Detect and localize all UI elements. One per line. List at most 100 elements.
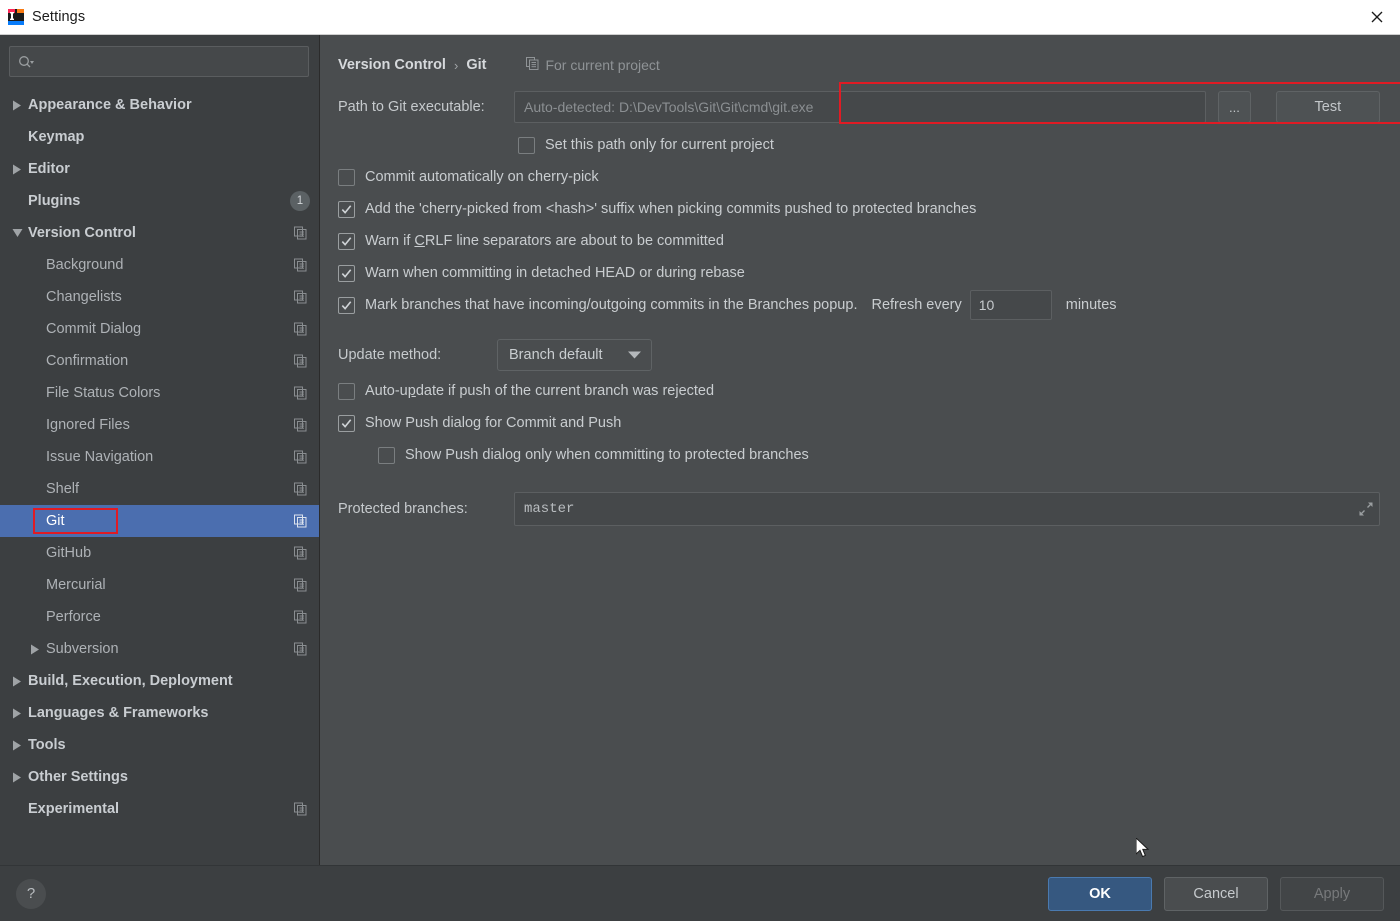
sidebar-item-file-status-colors[interactable]: File Status Colors <box>0 377 319 409</box>
close-icon[interactable] <box>1354 0 1400 34</box>
sidebar-item-issue-navigation[interactable]: Issue Navigation <box>0 441 319 473</box>
project-scope-icon <box>294 290 307 304</box>
project-scope-icon <box>294 578 307 592</box>
checkbox-row[interactable]: Show Push dialog only when committing to… <box>320 439 1400 471</box>
dialog-body: Appearance & Behavior Keymap Editor Plugins… <box>0 35 1400 865</box>
protected-branches-input[interactable] <box>515 501 1353 517</box>
checkbox-row[interactable]: Warn if CRLF line separators are about t… <box>320 225 1400 257</box>
sidebar-item-label: Git <box>46 513 65 529</box>
scope-note: For current project <box>526 57 660 73</box>
checkbox-row[interactable]: Auto-update if push of the current branc… <box>320 375 1400 407</box>
sidebar-item-tools[interactable]: Tools <box>0 729 319 761</box>
window-title: Settings <box>32 9 86 25</box>
protected-branches-field[interactable] <box>514 492 1380 526</box>
sidebar-item-other-settings[interactable]: Other Settings <box>0 761 319 793</box>
project-scope-icon <box>294 514 307 528</box>
title-bar: Settings <box>0 0 1400 35</box>
project-scope-icon <box>294 482 307 496</box>
sidebar-item-confirmation[interactable]: Confirmation <box>0 345 319 377</box>
settings-dialog: Settings Appearance & Behavior Keymap Ed… <box>0 0 1400 921</box>
breadcrumb: Version Control › Git For current projec… <box>320 35 1400 79</box>
checkbox-label: Warn if CRLF line separators are about t… <box>365 233 724 249</box>
search-input[interactable] <box>39 54 308 69</box>
chevron-right-icon[interactable] <box>10 706 24 720</box>
test-button[interactable]: Test <box>1275 91 1380 123</box>
sidebar-item-experimental[interactable]: Experimental <box>0 793 319 825</box>
sidebar-item-label: Mercurial <box>46 577 106 593</box>
checkbox-label: Add the 'cherry-picked from <hash>' suff… <box>365 201 977 217</box>
tree-arrow-spacer <box>28 354 42 368</box>
checkbox-commit-automatically-on-cherry-pick[interactable] <box>338 168 355 186</box>
sidebar-item-editor[interactable]: Editor <box>0 153 319 185</box>
checkbox-row[interactable]: Warn when committing in detached HEAD or… <box>320 257 1400 289</box>
sidebar-item-ignored-files[interactable]: Ignored Files <box>0 409 319 441</box>
project-scope-icon <box>294 258 307 272</box>
checkbox-row[interactable]: Set this path only for current project <box>320 129 1400 161</box>
checkbox-row[interactable]: Show Push dialog for Commit and Push <box>320 407 1400 439</box>
footer-buttons: OK Cancel Apply <box>1048 876 1384 911</box>
mark-branches-label: Mark branches that have incoming/outgoin… <box>365 297 858 313</box>
sidebar-item-github[interactable]: GitHub <box>0 537 319 569</box>
sidebar-item-label: Changelists <box>46 289 122 305</box>
checkbox-set-this-path-only-for-current-project[interactable] <box>518 136 535 154</box>
sidebar-item-background[interactable]: Background <box>0 249 319 281</box>
checkbox-label: Set this path only for current project <box>545 137 774 153</box>
sidebar-item-mercurial[interactable]: Mercurial <box>0 569 319 601</box>
breadcrumb-parent[interactable]: Version Control <box>338 57 446 73</box>
sidebar-item-commit-dialog[interactable]: Commit Dialog <box>0 313 319 345</box>
tree-arrow-spacer <box>28 258 42 272</box>
checkbox-row[interactable]: Commit automatically on cherry-pick <box>320 161 1400 193</box>
protected-branches-label: Protected branches: <box>338 501 468 517</box>
sidebar-item-changelists[interactable]: Changelists <box>0 281 319 313</box>
chevron-right-icon[interactable] <box>28 642 42 656</box>
checkbox-warn-if-crlf-line-separators-are-about-t[interactable] <box>338 232 355 250</box>
checkbox-show-push-dialog-only-when-committing-to[interactable] <box>378 446 395 464</box>
sidebar-item-label: Commit Dialog <box>46 321 142 337</box>
refresh-interval-input[interactable] <box>969 290 1052 320</box>
chevron-right-icon[interactable] <box>10 738 24 752</box>
chevron-right-icon[interactable] <box>10 770 24 784</box>
search-icon <box>18 55 35 69</box>
sidebar-item-label: Shelf <box>46 481 80 497</box>
checkbox-auto-update-if-push-of-the-current-branc[interactable] <box>338 382 355 400</box>
sidebar-item-label: Subversion <box>46 641 119 657</box>
checkbox-show-push-dialog-for-commit-and-push[interactable] <box>338 414 355 432</box>
sidebar-item-languages-frameworks[interactable]: Languages & Frameworks <box>0 697 319 729</box>
search-box[interactable] <box>9 46 309 77</box>
sidebar-item-keymap[interactable]: Keymap <box>0 121 319 153</box>
git-path-input[interactable] <box>514 91 1206 123</box>
browse-button[interactable]: ... <box>1218 91 1251 123</box>
sidebar-item-perforce[interactable]: Perforce <box>0 601 319 633</box>
checkbox-add-the-cherry-picked-from-hash-suffix-w[interactable] <box>338 200 355 218</box>
checkbox-warn-when-committing-in-detached-head-or[interactable] <box>338 264 355 282</box>
help-button[interactable]: ? <box>16 878 46 909</box>
ok-button[interactable]: OK <box>1048 876 1152 911</box>
chevron-down-icon[interactable] <box>10 226 24 240</box>
sidebar-item-subversion[interactable]: Subversion <box>0 633 319 665</box>
chevron-right-icon[interactable] <box>10 674 24 688</box>
expand-icon[interactable] <box>1353 493 1379 525</box>
chevron-right-icon[interactable] <box>10 98 24 112</box>
checkbox-row[interactable]: Add the 'cherry-picked from <hash>' suff… <box>320 193 1400 225</box>
tree-arrow-spacer <box>28 482 42 496</box>
chevron-right-icon[interactable] <box>10 162 24 176</box>
sidebar-item-shelf[interactable]: Shelf <box>0 473 319 505</box>
project-scope-icon <box>294 354 307 368</box>
refresh-every-label: Refresh every <box>871 297 962 313</box>
sidebar-item-git[interactable]: Git <box>0 505 319 537</box>
update-method-select[interactable]: Branch default <box>497 339 652 371</box>
sidebar-item-build-execution-deployment[interactable]: Build, Execution, Deployment <box>0 665 319 697</box>
checkbox-label: Show Push dialog only when committing to… <box>405 447 809 463</box>
tree-arrow-spacer <box>28 546 42 560</box>
project-scope-icon <box>294 802 307 816</box>
settings-sidebar: Appearance & Behavior Keymap Editor Plugins… <box>0 35 320 865</box>
sidebar-item-appearance-behavior[interactable]: Appearance & Behavior <box>0 89 319 121</box>
mark-branches-checkbox[interactable] <box>338 296 355 314</box>
dialog-footer: ? OK Cancel Apply <box>0 865 1400 921</box>
cancel-button[interactable]: Cancel <box>1164 876 1268 911</box>
tree-arrow-spacer <box>10 130 24 144</box>
sidebar-item-version-control[interactable]: Version Control <box>0 217 319 249</box>
sidebar-item-plugins[interactable]: Plugins 1 <box>0 185 319 217</box>
tree-arrow-spacer <box>28 514 42 528</box>
sidebar-item-label: Other Settings <box>28 769 128 785</box>
